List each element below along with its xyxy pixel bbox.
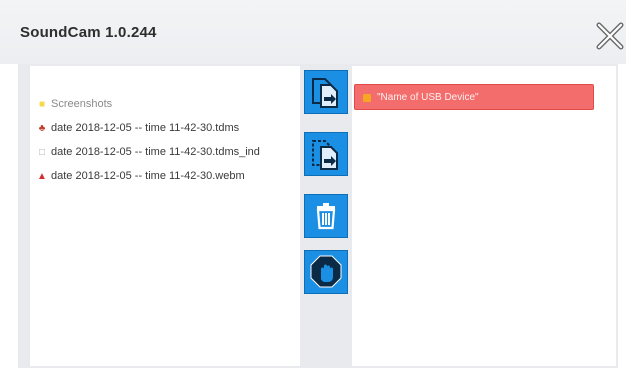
local-file-list[interactable]: ■ Screenshots ♣ date 2018-12-05 -- time 11…: [30, 66, 301, 366]
stop-button[interactable]: [304, 250, 348, 294]
usb-device-icon: [363, 94, 371, 102]
list-item-file[interactable]: ♣ date 2018-12-05 -- time 11-42-30.tdms: [36, 122, 239, 134]
list-item-file[interactable]: ▲ date 2018-12-05 -- time 11-42-30.webm: [36, 170, 245, 182]
close-icon[interactable]: [596, 22, 624, 50]
copy-from-device-icon: [312, 140, 338, 170]
copy-to-device-icon: [312, 78, 338, 108]
tdms-file-icon: ♣: [38, 123, 46, 134]
title-bar: SoundCam 1.0.244: [0, 0, 626, 64]
index-file-icon: □: [38, 147, 46, 158]
list-item-folder[interactable]: ■ Screenshots: [36, 98, 112, 110]
delete-button[interactable]: [304, 194, 348, 238]
video-file-icon: ▲: [37, 171, 47, 182]
list-item-file[interactable]: □ date 2018-12-05 -- time 11-42-30.tdms_i…: [36, 146, 260, 158]
copy-from-device-button[interactable]: [304, 132, 348, 176]
usb-device-item[interactable]: "Name of USB Device": [354, 84, 594, 110]
window-title: SoundCam 1.0.244: [20, 24, 157, 41]
usb-device-label: "Name of USB Device": [377, 92, 479, 103]
copy-to-device-button[interactable]: [304, 70, 348, 114]
folder-icon: ■: [38, 99, 46, 110]
stop-hand-icon: [310, 255, 342, 288]
device-list[interactable]: [352, 66, 616, 366]
trash-icon: [316, 203, 336, 230]
